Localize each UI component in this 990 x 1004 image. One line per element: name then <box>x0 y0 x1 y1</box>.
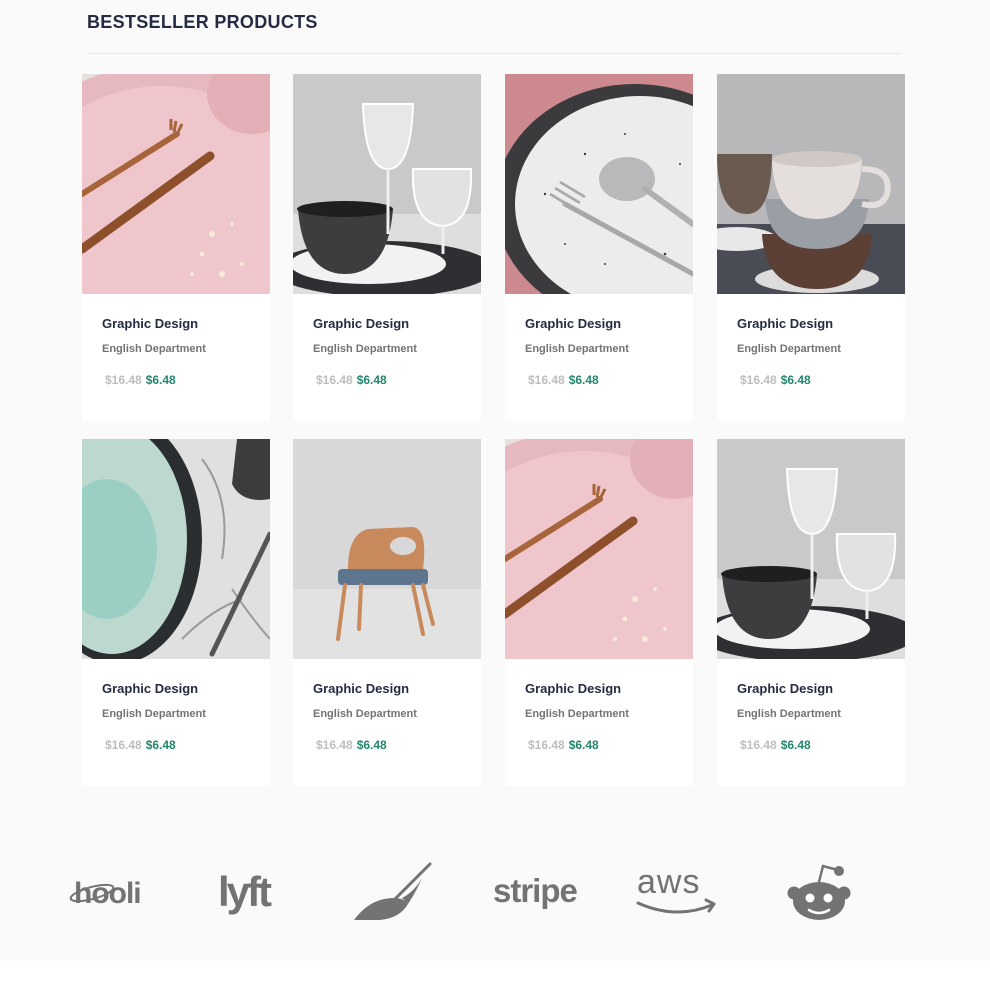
aws-logo[interactable]: aws <box>634 860 720 920</box>
leaf-icon <box>354 862 432 920</box>
sale-price: $6.48 <box>780 373 811 387</box>
hooli-icon: hooli <box>69 877 142 910</box>
product-name[interactable]: Graphic Design <box>313 316 409 331</box>
product-prices: $16.48 $6.48 <box>740 373 811 387</box>
product-name[interactable]: Graphic Design <box>525 316 621 331</box>
old-price: $16.48 <box>105 738 142 752</box>
product-card[interactable]: Graphic Design English Department $16.48… <box>505 439 693 786</box>
product-card[interactable]: Graphic Design English Department $16.48… <box>505 74 693 421</box>
green-plate-photo <box>82 439 270 659</box>
chair-photo <box>293 439 481 659</box>
product-image[interactable] <box>293 74 481 294</box>
product-name[interactable]: Graphic Design <box>737 681 833 696</box>
svg-text:lyft: lyft <box>218 868 272 915</box>
product-name[interactable]: Graphic Design <box>313 681 409 696</box>
product-card[interactable]: Graphic Design English Department $16.48… <box>717 439 905 786</box>
speckled-plate-photo <box>505 74 693 294</box>
reddit-icon <box>787 864 851 920</box>
product-prices: $16.48 $6.48 <box>105 738 176 752</box>
pink-plate-photo <box>505 439 693 659</box>
product-image[interactable] <box>82 439 270 659</box>
product-name[interactable]: Graphic Design <box>525 681 621 696</box>
product-department: English Department <box>313 708 417 720</box>
sale-price: $6.48 <box>568 738 599 752</box>
svg-text:hooli: hooli <box>74 877 141 910</box>
pink-plate-photo <box>82 74 270 294</box>
product-name[interactable]: Graphic Design <box>102 681 198 696</box>
sale-price: $6.48 <box>145 373 176 387</box>
hooli-logo[interactable]: hooli <box>68 866 156 916</box>
aws-icon: aws <box>636 863 716 914</box>
lyft-logo[interactable]: lyft <box>216 862 288 920</box>
product-name[interactable]: Graphic Design <box>737 316 833 331</box>
product-department: English Department <box>737 343 841 355</box>
old-price: $16.48 <box>740 373 777 387</box>
product-prices: $16.48 $6.48 <box>105 373 176 387</box>
old-price: $16.48 <box>528 373 565 387</box>
product-card[interactable]: Graphic Design English Department $16.48… <box>293 74 481 421</box>
old-price: $16.48 <box>105 373 142 387</box>
old-price: $16.48 <box>740 738 777 752</box>
bowl-glasses-photo <box>293 74 481 294</box>
svg-text:stripe: stripe <box>493 872 578 909</box>
product-card[interactable]: Graphic Design English Department $16.48… <box>717 74 905 421</box>
svg-text:aws: aws <box>637 863 700 901</box>
old-price: $16.48 <box>316 373 353 387</box>
product-card[interactable]: Graphic Design English Department $16.48… <box>293 439 481 786</box>
old-price: $16.48 <box>528 738 565 752</box>
product-department: English Department <box>102 708 206 720</box>
section-title: BESTSELLER PRODUCTS <box>87 12 318 32</box>
leaf-logo[interactable] <box>350 862 434 924</box>
reddit-logo[interactable] <box>786 860 852 922</box>
product-department: English Department <box>313 343 417 355</box>
product-card[interactable]: Graphic Design English Department $16.48… <box>82 439 270 786</box>
stripe-logo[interactable]: stripe <box>490 868 580 916</box>
product-image[interactable] <box>717 74 905 294</box>
product-image[interactable] <box>505 74 693 294</box>
product-department: English Department <box>737 708 841 720</box>
old-price: $16.48 <box>316 738 353 752</box>
product-department: English Department <box>102 343 206 355</box>
sale-price: $6.48 <box>145 738 176 752</box>
product-card[interactable]: Graphic Design English Department $16.48… <box>82 74 270 421</box>
product-image[interactable] <box>293 439 481 659</box>
product-prices: $16.48 $6.48 <box>316 738 387 752</box>
product-prices: $16.48 $6.48 <box>316 373 387 387</box>
sale-price: $6.48 <box>568 373 599 387</box>
product-department: English Department <box>525 343 629 355</box>
product-image[interactable] <box>717 439 905 659</box>
product-name[interactable]: Graphic Design <box>102 316 198 331</box>
sale-price: $6.48 <box>780 738 811 752</box>
product-prices: $16.48 $6.48 <box>528 738 599 752</box>
section-divider <box>87 53 902 54</box>
bowl-glasses-photo <box>717 439 905 659</box>
sale-price: $6.48 <box>356 738 387 752</box>
stripe-icon: stripe <box>493 872 579 909</box>
product-prices: $16.48 $6.48 <box>528 373 599 387</box>
sale-price: $6.48 <box>356 373 387 387</box>
product-image[interactable] <box>82 74 270 294</box>
lyft-icon: lyft <box>218 868 275 915</box>
product-image[interactable] <box>505 439 693 659</box>
stacked-cups-photo <box>717 74 905 294</box>
product-prices: $16.48 $6.48 <box>740 738 811 752</box>
product-department: English Department <box>525 708 629 720</box>
